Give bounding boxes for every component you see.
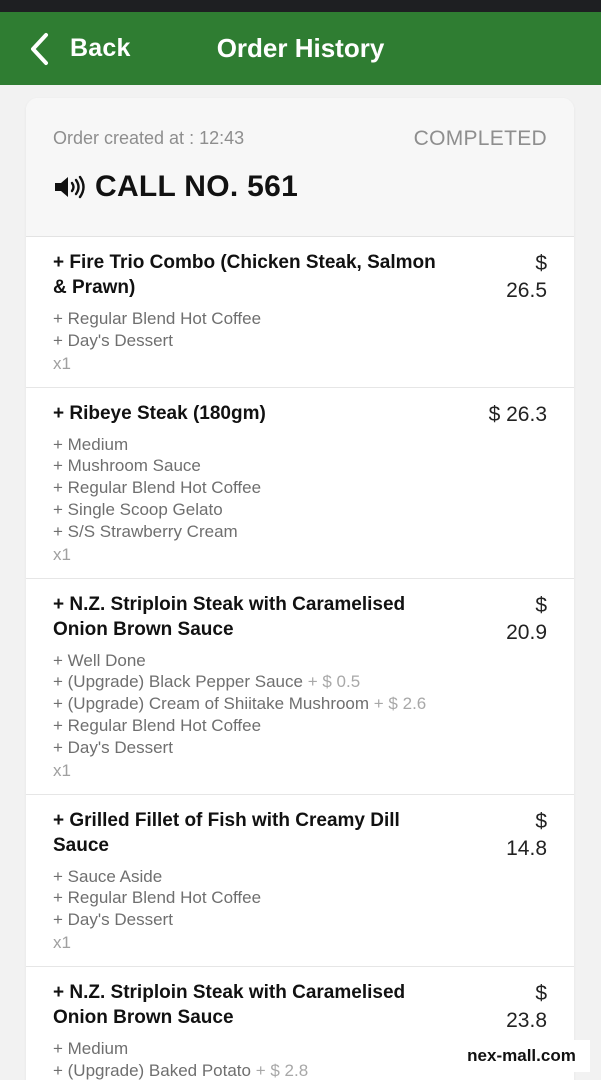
- item-option: + Mushroom Sauce: [53, 455, 547, 477]
- option-text: + (Upgrade) Cream of Shiitake Mushroom: [53, 694, 370, 714]
- order-created-time: Order created at : 12:43: [53, 128, 245, 148]
- option-text: + Well Done: [53, 650, 146, 670]
- option-text: + Medium: [53, 434, 129, 454]
- item-options: + Medium + Mushroom Sauce + Regular Blend …: [53, 434, 547, 543]
- order-card: Order created at : 12:43 COMPLETED CALL …: [26, 98, 574, 1080]
- watermark: nex-mall.com: [453, 1040, 590, 1072]
- item-option: + Day's Dessert: [53, 330, 547, 352]
- item-name: + Grilled Fillet of Fish with Creamy Dil…: [53, 809, 400, 856]
- item-price-currency: $: [535, 252, 547, 275]
- item-price-currency: $: [535, 593, 547, 617]
- item-price: $23.8: [467, 980, 547, 1034]
- item-options: + Well Done + (Upgrade) Black Pepper Sauc…: [53, 650, 547, 759]
- item-option: + Regular Blend Hot Coffee: [53, 308, 547, 330]
- item-quantity: x1: [53, 760, 71, 780]
- option-text: + Day's Dessert: [53, 330, 173, 350]
- item-option: + (Upgrade) Cream of Shiitake Mushroom +…: [53, 693, 547, 715]
- back-button[interactable]: Back: [28, 12, 131, 85]
- back-label: Back: [70, 34, 131, 62]
- option-text: + Regular Blend Hot Coffee: [53, 309, 262, 328]
- option-extra-price: + $ 2.6: [373, 694, 427, 714]
- order-item: + Grilled Fillet of Fish with Creamy Dil…: [26, 795, 574, 967]
- item-option: + Single Scoop Gelato: [53, 499, 547, 521]
- order-header: Order created at : 12:43 COMPLETED CALL …: [26, 98, 574, 237]
- item-price: $14.8: [467, 808, 547, 862]
- call-number: CALL NO. 561: [53, 170, 298, 204]
- order-item: + Ribeye Steak (180gm) $ 26.3 + Medium + Mu…: [26, 388, 574, 579]
- item-quantity: x1: [53, 932, 71, 952]
- option-text: + (Upgrade) Black Pepper Sauce: [53, 672, 303, 692]
- order-item: + N.Z. Striploin Steak with Caramelised …: [26, 579, 574, 795]
- option-text: + Day's Dessert: [53, 737, 173, 757]
- item-option: + Sauce Aside: [53, 866, 547, 888]
- item-option: + Regular Blend Hot Coffee: [53, 887, 547, 909]
- option-text: + Medium: [53, 1038, 129, 1058]
- option-text: + S/S Strawberry Cream: [53, 521, 238, 541]
- option-text: + Mushroom Sauce: [53, 456, 201, 476]
- item-option: + Regular Blend Hot Coffee: [53, 715, 547, 737]
- item-price-currency: $: [535, 981, 547, 1005]
- order-status: COMPLETED: [413, 127, 547, 150]
- item-option: + S/S Strawberry Cream: [53, 521, 547, 543]
- item-option: + Day's Dessert: [53, 909, 547, 931]
- option-text: + Regular Blend Hot Coffee: [53, 715, 262, 735]
- order-items-list: + Fire Trio Combo (Chicken Steak, Salmon…: [26, 237, 574, 1080]
- item-option: + Well Done: [53, 650, 547, 672]
- item-price: $26.5: [467, 250, 547, 304]
- chevron-left-icon: [31, 32, 48, 65]
- call-number-text: CALL NO. 561: [95, 170, 299, 203]
- status-bar: [0, 0, 601, 12]
- item-name: + Ribeye Steak (180gm): [53, 402, 266, 424]
- order-item: + Fire Trio Combo (Chicken Steak, Salmon…: [26, 237, 574, 388]
- option-extra-price: + $ 2.8: [255, 1060, 309, 1080]
- item-price-value: 26.5: [506, 279, 547, 302]
- option-text: + Sauce Aside: [53, 866, 163, 886]
- item-price-value: 26.3: [506, 402, 547, 426]
- item-option: + Regular Blend Hot Coffee: [53, 477, 547, 499]
- option-text: + Single Scoop Gelato: [53, 499, 223, 519]
- item-option: + Medium: [53, 434, 547, 456]
- item-price-value: 14.8: [506, 836, 547, 860]
- option-text: + Regular Blend Hot Coffee: [53, 888, 262, 908]
- option-extra-price: + $ 0.5: [307, 672, 361, 692]
- option-text: + (Upgrade) Baked Potato: [53, 1060, 251, 1080]
- app-bar: Back Order History: [0, 12, 601, 85]
- item-price-currency: $: [488, 402, 501, 426]
- item-option: + (Upgrade) Black Pepper Sauce + $ 0.5: [53, 671, 547, 693]
- item-price: $ 26.3: [467, 401, 547, 428]
- item-quantity: x1: [53, 353, 71, 373]
- option-text: + Day's Dessert: [53, 910, 173, 930]
- item-price-value: 23.8: [506, 1008, 547, 1032]
- item-name: + Fire Trio Combo (Chicken Steak, Salmon…: [53, 252, 436, 298]
- option-text: + Regular Blend Hot Coffee: [53, 478, 262, 498]
- item-option: + Day's Dessert: [53, 737, 547, 759]
- item-options: + Regular Blend Hot Coffee + Day's Desser…: [53, 308, 547, 352]
- item-quantity: x1: [53, 544, 71, 564]
- item-price-currency: $: [535, 809, 547, 833]
- item-price-value: 20.9: [506, 620, 547, 644]
- speaker-icon: [55, 175, 85, 199]
- item-price: $20.9: [467, 592, 547, 646]
- item-name: + N.Z. Striploin Steak with Caramelised …: [53, 593, 406, 640]
- item-name: + N.Z. Striploin Steak with Caramelised …: [53, 981, 406, 1028]
- item-options: + Sauce Aside + Regular Blend Hot Coffee +…: [53, 866, 547, 931]
